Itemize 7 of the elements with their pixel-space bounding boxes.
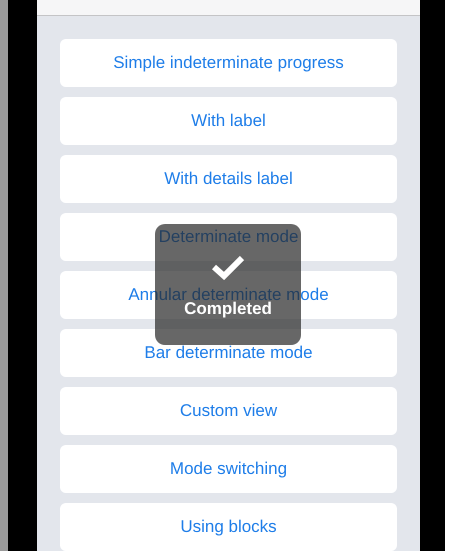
menu-button[interactable]: Simple indeterminate progress <box>60 39 397 87</box>
menu-button[interactable]: With details label <box>60 155 397 203</box>
menu-button[interactable]: Custom view <box>60 387 397 435</box>
menu-button[interactable]: Mode switching <box>60 445 397 493</box>
hud-label: Completed <box>184 300 272 317</box>
menu-button[interactable]: Using blocks <box>60 503 397 551</box>
menu-button[interactable]: With label <box>60 97 397 145</box>
